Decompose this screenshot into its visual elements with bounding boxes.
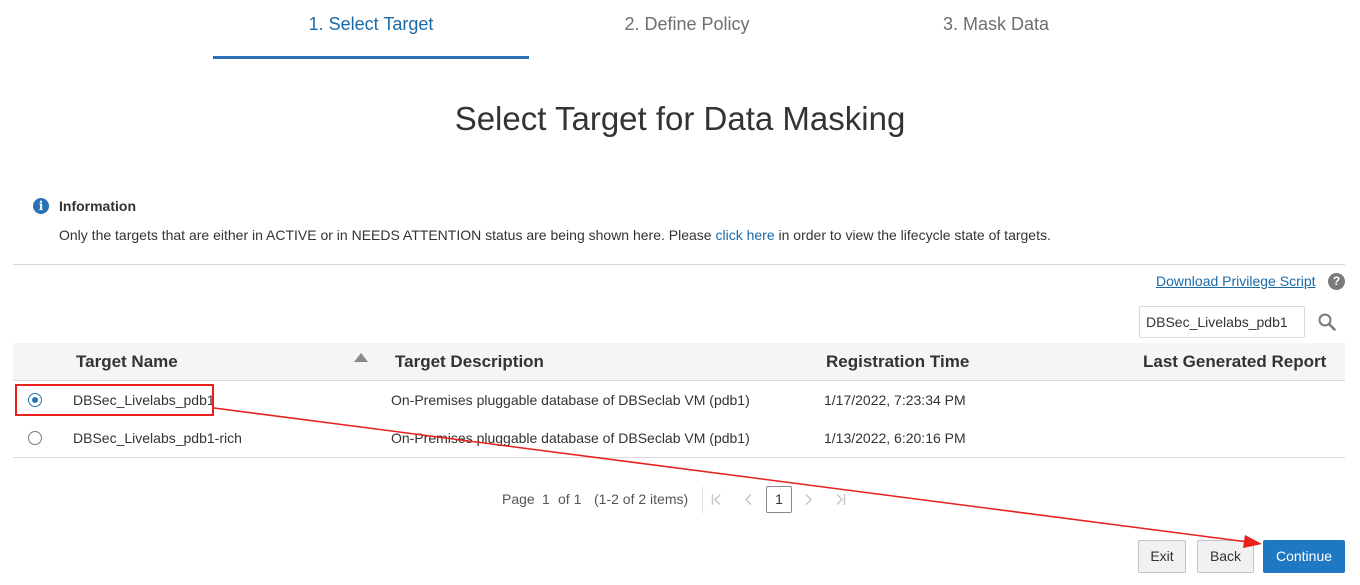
annotation-arrow	[213, 407, 1262, 548]
